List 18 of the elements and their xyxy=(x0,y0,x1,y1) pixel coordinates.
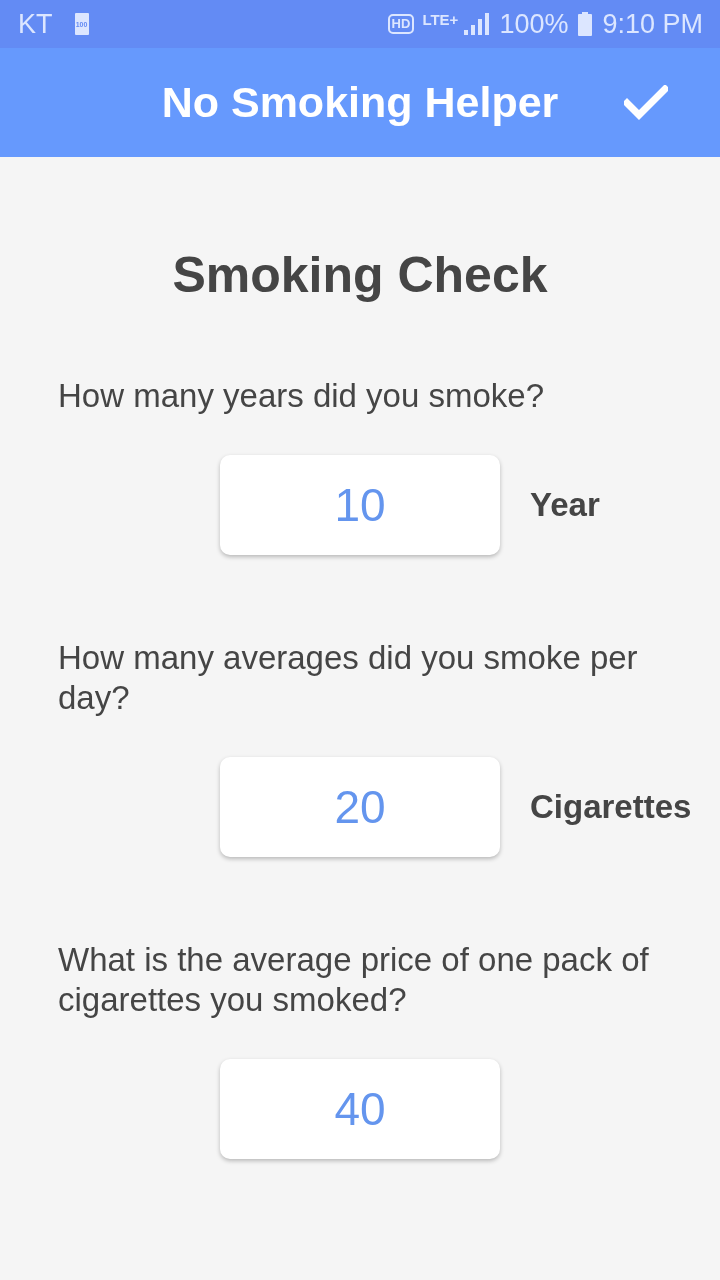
clock-time: 9:10 PM xyxy=(602,8,703,40)
check-icon[interactable] xyxy=(624,85,668,120)
battery-percent: 100% xyxy=(499,8,569,40)
battery-icon xyxy=(578,12,593,36)
question-label: How many averages did you smoke per day? xyxy=(58,638,639,718)
app-title: No Smoking Helper xyxy=(161,78,559,127)
question-label: What is the average price of one pack of cigarettes you smoked? xyxy=(58,940,650,1020)
network-type-label: LTE+ xyxy=(422,10,459,28)
section-heading: Smoking Check xyxy=(171,246,549,305)
hd-voice-badge: HD xyxy=(387,14,415,34)
signal-icon xyxy=(464,13,491,35)
answer-field[interactable]: 10 xyxy=(220,455,500,555)
question-label: How many years did you smoke? xyxy=(58,376,546,416)
unit-label: Year xyxy=(529,486,601,524)
unit-label: Cigarettes xyxy=(529,788,693,826)
answer-field[interactable]: 20 xyxy=(220,757,500,857)
carrier-name: KT xyxy=(18,8,53,40)
answer-field[interactable]: 40 xyxy=(220,1059,500,1159)
